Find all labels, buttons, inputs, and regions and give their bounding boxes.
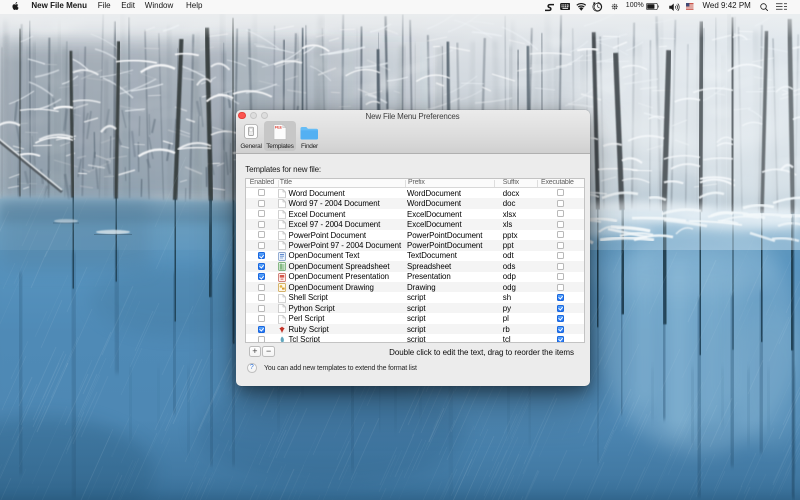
svg-text:FILE: FILE <box>275 126 283 130</box>
